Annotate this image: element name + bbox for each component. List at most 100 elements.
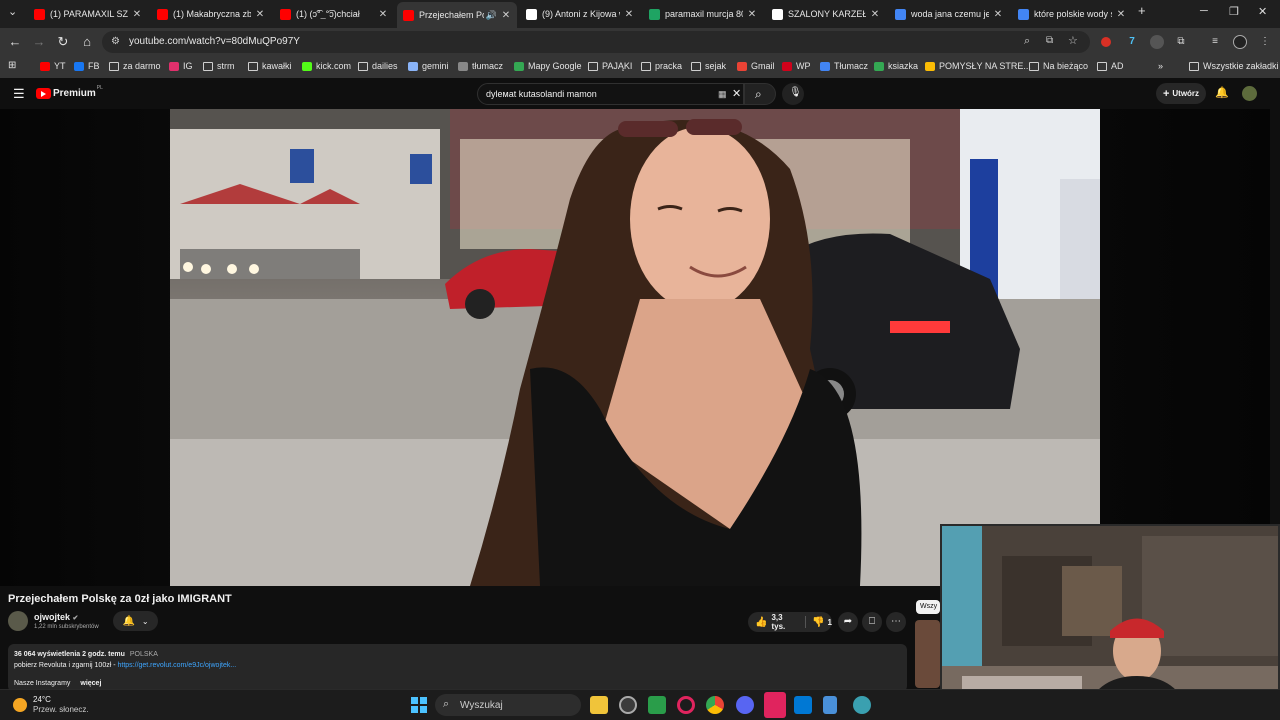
discord-icon[interactable]	[736, 696, 754, 714]
more-actions-button[interactable]: ⋯	[886, 612, 906, 632]
browser-tab[interactable]: które polskie wody s ✕	[1012, 4, 1132, 24]
chrome-icon[interactable]	[706, 696, 724, 714]
reading-list-icon[interactable]: ≡	[1208, 35, 1222, 49]
clear-search-icon[interactable]: ✕	[732, 87, 741, 100]
bookmark-item[interactable]: FB	[74, 61, 100, 71]
globe-app-icon[interactable]	[853, 696, 871, 714]
minimize-button[interactable]: ─	[1200, 5, 1208, 17]
record-extension-icon[interactable]	[1101, 37, 1111, 47]
file-explorer-icon[interactable]	[590, 696, 608, 714]
zoom-icon[interactable]: ⌕	[1024, 35, 1030, 48]
taskbar-search[interactable]: ⌕ Wyszukaj	[435, 694, 581, 716]
bookmark-item[interactable]: WP	[782, 61, 811, 71]
bookmark-item[interactable]: kawałki	[248, 61, 292, 71]
profile-avatar[interactable]	[1233, 35, 1247, 49]
show-more-link[interactable]: więcej	[80, 680, 101, 687]
active-app-icon[interactable]	[764, 692, 786, 718]
all-bookmarks-folder[interactable]: Wszystkie zakładki	[1189, 61, 1279, 71]
address-bar[interactable]: ⚙ youtube.com/watch?v=80dMuQPo97Y ⌕ ⧉ ☆	[102, 31, 1090, 53]
browser-tab[interactable]: (9) Antoni z Kijowa w ✕	[520, 4, 640, 24]
tab-search-chevron-icon[interactable]: ⌄	[8, 5, 17, 18]
notifications-bell-icon[interactable]: 🔔	[1215, 86, 1229, 99]
bookmark-item[interactable]: AD	[1097, 61, 1124, 71]
bookmark-item[interactable]: Na bieżąco	[1029, 61, 1088, 71]
app-icon[interactable]	[794, 696, 812, 714]
video-description[interactable]: 36 064 wyświetlenia 2 godz. temu POLSKA …	[8, 644, 907, 692]
extension-icon[interactable]: 7	[1125, 35, 1139, 49]
menu-kebab-icon[interactable]: ⋮	[1258, 35, 1272, 49]
weather-desc[interactable]: Przew. słonecz.	[33, 705, 89, 714]
forward-icon[interactable]: →	[31, 34, 47, 50]
extensions-puzzle-icon[interactable]: ⧉	[1174, 35, 1188, 49]
apps-grid-icon[interactable]: ⊞	[8, 60, 16, 71]
close-tab-icon[interactable]: ✕	[1116, 9, 1126, 20]
browser-tab[interactable]: SZALONY KARZEŁ P ✕	[766, 4, 886, 24]
hamburger-menu-icon[interactable]: ☰	[13, 86, 25, 102]
close-window-button[interactable]: ✕	[1258, 5, 1267, 18]
like-count[interactable]: 3,3 tys.	[771, 613, 797, 631]
new-tab-button[interactable]: +	[1138, 3, 1146, 18]
opera-icon[interactable]	[677, 696, 695, 714]
bookmark-item[interactable]: POMYSŁY NA STRE...	[925, 61, 1031, 71]
bookmark-item[interactable]: kick.com	[302, 61, 351, 71]
bookmark-item[interactable]: pracka	[641, 61, 682, 71]
recommended-thumbnail[interactable]	[915, 620, 940, 688]
maximize-button[interactable]: ❐	[1229, 5, 1239, 18]
bookmark-item[interactable]: PAJĄKI	[588, 61, 632, 71]
bookmark-item[interactable]: tłumacz	[458, 61, 503, 71]
close-tab-icon[interactable]: ✕	[624, 9, 634, 20]
channel-avatar[interactable]	[8, 611, 28, 631]
voice-search-button[interactable]: 🎙	[782, 83, 804, 105]
back-icon[interactable]: ←	[7, 34, 23, 50]
video-frame[interactable]	[170, 109, 1100, 586]
browser-tab[interactable]: (1) Makabryczna zbro ✕	[151, 4, 271, 24]
reload-icon[interactable]: ↻	[55, 34, 71, 50]
save-button[interactable]: ⎕	[862, 612, 882, 632]
create-button[interactable]: + Utwórz	[1156, 83, 1206, 104]
share-button[interactable]: ➦	[838, 612, 858, 632]
bookmark-star-icon[interactable]: ☆	[1068, 34, 1078, 47]
bookmark-item[interactable]: Mapy Google	[514, 61, 582, 71]
site-info-icon[interactable]: ⚙	[111, 36, 120, 47]
search-button[interactable]: ⌕	[744, 83, 776, 105]
extension-icon[interactable]	[1150, 35, 1164, 49]
dislike-count[interactable]: 1	[828, 618, 832, 627]
bookmark-item[interactable]: strm	[203, 61, 235, 71]
bookmark-item[interactable]: za darmo	[109, 61, 161, 71]
weather-temp[interactable]: 24°C	[33, 695, 51, 704]
browser-tab[interactable]: paramaxil murcja 80 ✕	[643, 4, 763, 24]
like-icon[interactable]: 👍	[755, 617, 767, 628]
browser-tab[interactable]: (1) PARAMAXIL SZAL ✕	[28, 4, 148, 24]
keyboard-icon[interactable]: ▦	[718, 89, 727, 100]
tab-audio-icon[interactable]: 🔊	[486, 10, 497, 21]
windows-start-icon[interactable]	[411, 697, 427, 713]
close-tab-icon[interactable]: ✕	[993, 9, 1003, 20]
bookmark-item[interactable]: gemini	[408, 61, 449, 71]
home-icon[interactable]: ⌂	[79, 34, 95, 50]
bookmark-item[interactable]: sejak	[691, 61, 726, 71]
close-tab-icon[interactable]: ✕	[501, 10, 511, 21]
youtube-logo[interactable]: Premium PL	[36, 85, 103, 99]
dislike-icon[interactable]: 👎	[812, 617, 824, 628]
more-bookmarks-icon[interactable]: »	[1158, 61, 1163, 71]
revolut-link[interactable]: https://get.revolut.com/e9Jc/ojwojtek...	[118, 662, 237, 669]
close-tab-icon[interactable]: ✕	[378, 9, 388, 20]
notepad-icon[interactable]	[823, 696, 837, 714]
browser-tab[interactable]: (1) (ↄ͡°_°͡ↄ)chciał ✕	[274, 4, 394, 24]
close-tab-icon[interactable]: ✕	[747, 9, 757, 20]
shield-app-icon[interactable]	[648, 696, 666, 714]
filter-chip[interactable]: Wszy	[916, 600, 940, 614]
browser-tab[interactable]: Przejechałem Pol 🔊 ✕	[397, 2, 517, 28]
close-tab-icon[interactable]: ✕	[132, 9, 142, 20]
search-input[interactable]: dyleмat kutasolandi mamon ▦ ✕	[477, 83, 744, 105]
bookmark-item[interactable]: Tłumacz	[820, 61, 868, 71]
browser-tab[interactable]: woda jana czemu jes ✕	[889, 4, 1009, 24]
video-player[interactable]	[0, 109, 1270, 586]
bookmark-item[interactable]: YT	[40, 61, 66, 71]
close-tab-icon[interactable]: ✕	[870, 9, 880, 20]
subscription-notifications-button[interactable]: 🔔 ⌄	[113, 611, 158, 631]
channel-name[interactable]: ojwojtek ✔	[34, 612, 78, 622]
url-text[interactable]: youtube.com/watch?v=80dMuQPo97Y	[129, 36, 300, 47]
account-avatar[interactable]	[1242, 86, 1257, 101]
bookmark-item[interactable]: dailies	[358, 61, 398, 71]
